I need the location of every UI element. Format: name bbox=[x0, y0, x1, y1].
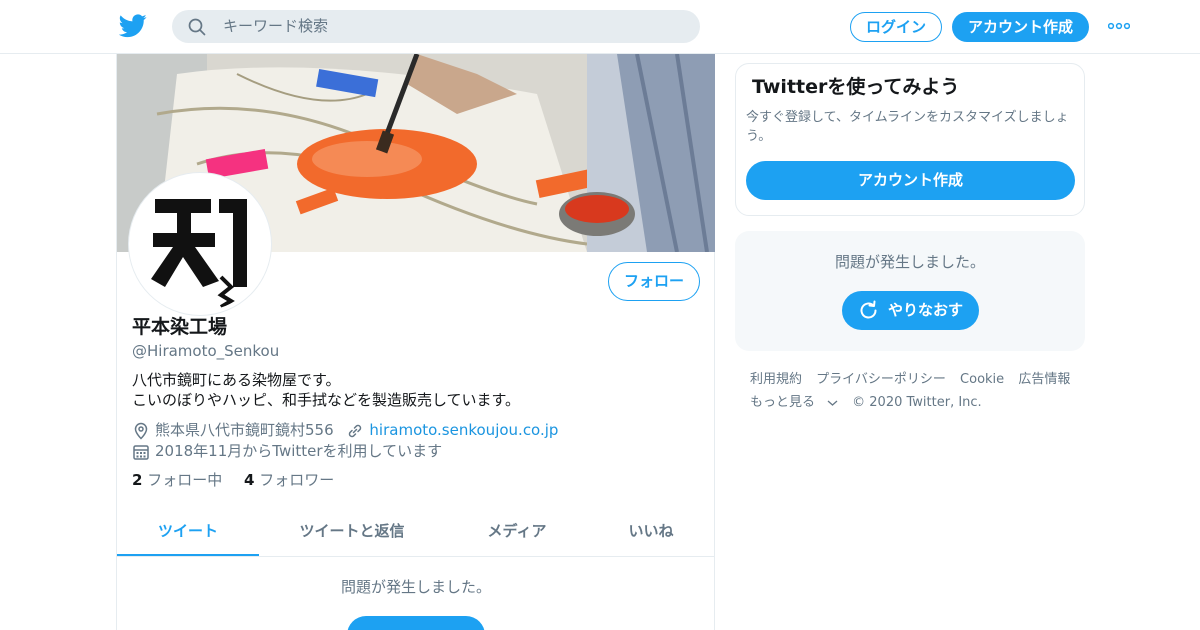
signup-card: Twitterを使ってみよう 今すぐ登録して、タイムラインをカスタマイズしましょ… bbox=[735, 63, 1085, 216]
signup-button[interactable]: アカウント作成 bbox=[952, 12, 1089, 42]
tab-media[interactable]: メディア bbox=[457, 506, 577, 556]
search-bar[interactable]: キーワード検索 bbox=[172, 10, 700, 43]
timeline-retry-button[interactable] bbox=[347, 616, 485, 630]
followers-count: 4 bbox=[244, 471, 255, 489]
profile-name[interactable]: 平本染工場 bbox=[132, 315, 227, 339]
footer-links-row: 利用規約 プライバシーポリシー Cookie 広告情報 bbox=[750, 368, 1090, 391]
tab-likes[interactable]: いいね bbox=[597, 506, 705, 556]
following-stat[interactable]: 2 フォロー中 bbox=[132, 470, 222, 490]
top-nav: キーワード検索 ログイン アカウント作成 bbox=[0, 0, 1200, 54]
company-logo-icon bbox=[133, 177, 267, 311]
profile-bio: 八代市鏡町にある染物屋です。 こいのぼりやハッピ、和手拭などを製造販売しています… bbox=[132, 370, 520, 410]
profile-joined-date: 2018年11月からTwitterを利用しています bbox=[155, 442, 443, 460]
chevron-down-icon bbox=[827, 400, 838, 406]
footer-second-row: もっと見る © 2020 Twitter, Inc. bbox=[750, 391, 1090, 414]
signup-card-title: Twitterを使ってみよう bbox=[752, 76, 960, 98]
twitter-bird-icon[interactable] bbox=[119, 14, 147, 38]
profile-column: フォロー 平本染工場 @Hiramoto_Senkou 八代市鏡町にある染物屋で… bbox=[116, 54, 715, 630]
search-input[interactable]: キーワード検索 bbox=[223, 17, 328, 36]
more-dots-icon[interactable] bbox=[1108, 22, 1130, 30]
link-icon bbox=[349, 424, 362, 437]
tab-tweets[interactable]: ツイート bbox=[117, 506, 259, 556]
retry-label: やりなおす bbox=[888, 301, 964, 319]
sidebar-footer: 利用規約 プライバシーポリシー Cookie 広告情報 もっと見る © 2020… bbox=[750, 368, 1090, 414]
sidebar-error-message: 問題が発生しました。 bbox=[834, 253, 985, 271]
profile-location: 熊本県八代市鏡町鏡村556 bbox=[155, 421, 334, 439]
retry-button[interactable]: やりなおす bbox=[842, 291, 979, 330]
timeline-error-message: 問題が発生しました。 bbox=[340, 578, 491, 596]
profile-website-link[interactable]: hiramoto.senkoujou.co.jp bbox=[369, 421, 558, 439]
profile-stats: 2 フォロー中 4 フォロワー bbox=[132, 470, 351, 490]
footer-copyright: © 2020 Twitter, Inc. bbox=[852, 395, 982, 410]
followers-label: フォロワー bbox=[259, 471, 335, 489]
profile-tabs: ツイート ツイートと返信 メディア いいね bbox=[117, 506, 715, 557]
footer-link-ads[interactable]: 広告情報 bbox=[1018, 372, 1070, 387]
profile-joined-row: 2018年11月からTwitterを利用しています bbox=[132, 441, 442, 461]
sidebar-error-card: 問題が発生しました。 やりなおす bbox=[735, 231, 1085, 351]
search-icon bbox=[188, 18, 206, 36]
signup-card-button[interactable]: アカウント作成 bbox=[746, 161, 1075, 200]
profile-avatar[interactable] bbox=[129, 173, 271, 315]
signup-card-description: 今すぐ登録して、タイムラインをカスタマイズしましょう。 bbox=[746, 110, 1069, 144]
followers-stat[interactable]: 4 フォロワー bbox=[244, 470, 334, 490]
footer-link-cookie[interactable]: Cookie bbox=[960, 372, 1004, 387]
login-button[interactable]: ログイン bbox=[850, 12, 942, 42]
footer-link-privacy[interactable]: プライバシーポリシー bbox=[816, 372, 946, 387]
footer-more-label: もっと見る bbox=[750, 395, 816, 410]
following-count: 2 bbox=[132, 471, 143, 489]
location-icon bbox=[134, 422, 148, 440]
profile-handle[interactable]: @Hiramoto_Senkou bbox=[132, 341, 279, 361]
bio-line: こいのぼりやハッピ、和手拭などを製造販売しています。 bbox=[132, 391, 521, 409]
footer-link-terms[interactable]: 利用規約 bbox=[750, 372, 802, 387]
calendar-icon bbox=[133, 444, 149, 460]
tab-tweets-and-replies[interactable]: ツイートと返信 bbox=[277, 506, 427, 556]
footer-more-link[interactable]: もっと見る bbox=[750, 395, 838, 410]
follow-button[interactable]: フォロー bbox=[608, 262, 700, 301]
following-label: フォロー中 bbox=[147, 471, 223, 489]
refresh-icon bbox=[860, 300, 877, 319]
profile-location-row: 熊本県八代市鏡町鏡村556 hiramoto.senkoujou.co.jp bbox=[132, 420, 558, 440]
bio-line: 八代市鏡町にある染物屋です。 bbox=[132, 371, 341, 389]
